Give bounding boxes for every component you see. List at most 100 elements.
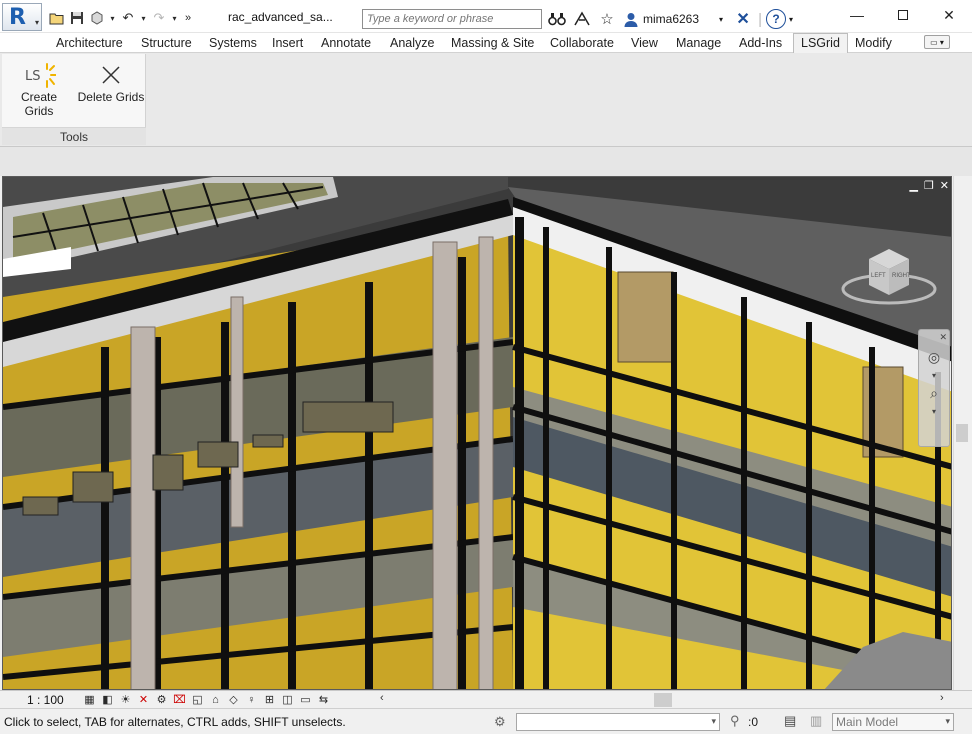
viewcube-right-label: RIGHT [892,273,911,279]
minimize-view-icon[interactable]: ▁ [909,179,917,192]
navigation-bar: ✕ ◎ ▾ ⌕ ▾ [918,329,950,447]
tab-insert[interactable]: Insert [272,33,303,53]
design-option-value: Main Model [836,715,899,729]
tab-architecture[interactable]: Architecture [56,33,123,53]
close-view-icon[interactable]: ✕ [940,179,949,192]
sync-icon[interactable] [88,9,106,27]
panel-label-tools: Tools [2,127,146,145]
minimize-icon[interactable]: — [834,0,880,30]
viewcube[interactable]: LEFT RIGHT [841,245,937,307]
zoom-icon[interactable]: ⌕ [919,380,949,406]
crop-view-icon[interactable]: ⌧ [172,692,187,707]
tab-structure[interactable]: Structure [141,33,192,53]
horizontal-scrollbar[interactable] [392,693,952,707]
tab-lsgrid[interactable]: LSGrid [793,33,848,53]
shadows-icon[interactable]: ✕ [136,692,151,707]
chevron-down-icon[interactable]: ▾ [919,406,949,416]
workset-selector[interactable]: ▾ [516,713,720,731]
tab-analyze[interactable]: Analyze [390,33,434,53]
steering-wheel-icon[interactable]: ◎ [919,344,949,370]
create-grids-icon-text: LS [25,69,41,84]
detail-level-icon[interactable]: ▦ [82,692,97,707]
editable-only-icon[interactable]: ▤ [784,713,796,729]
search-input[interactable] [362,9,542,29]
user-menu[interactable]: mima6263 ▾ [623,11,723,27]
horizontal-scroll-thumb[interactable] [654,693,672,707]
chevron-down-icon[interactable]: ▾ [789,15,793,24]
application-menu-button[interactable]: R ▾ [2,3,42,31]
chevron-down-icon[interactable]: ▾ [919,370,949,380]
revit-window: R ▾ ▾ ↶ ▾ ↷ ▾ » rac_advanced_sa... Type … [0,0,972,734]
visual-style-icon[interactable]: ◧ [100,692,115,707]
vertical-scroll-thumb[interactable] [956,424,968,442]
redo-icon[interactable]: ↷ [150,9,168,27]
ribbon-tabs: Architecture Structure Systems Insert An… [0,33,972,53]
ribbon-gap [0,146,972,176]
chevron-down-icon[interactable]: ▾ [139,9,148,27]
open-icon[interactable] [48,9,66,27]
title-bar: R ▾ ▾ ↶ ▾ ↷ ▾ » rac_advanced_sa... Type … [0,0,972,33]
workset-icon[interactable]: ⚙ [494,714,506,730]
view-window-controls: ▁ ❐ ✕ [909,179,949,192]
ribbon: LS Create Grids Delete Grids Tools [0,53,972,146]
analytical-model-icon[interactable]: ▭ [298,692,313,707]
communication-center-icon[interactable] [571,8,593,30]
create-grids-label: Create Grids [20,90,58,118]
view-scale[interactable]: 1 : 100 [27,693,64,707]
ribbon-display-options[interactable]: ▭ ▾ [924,35,950,49]
scroll-left-icon[interactable]: ‹ [380,692,384,704]
restore-view-icon[interactable]: ❐ [924,179,934,192]
constraints-icon[interactable]: ⇆ [316,692,331,707]
status-bar: Click to select, TAB for alternates, CTR… [0,708,972,734]
lock-3d-view-icon[interactable]: ⌂ [208,692,223,707]
tab-massing-site[interactable]: Massing & Site [451,33,534,53]
autodesk-exchange-icon[interactable]: ✕ [732,8,754,30]
ribbon-minimize-icon: ▭ ▾ [930,37,944,47]
tab-modify[interactable]: Modify [855,33,892,53]
reveal-hidden-icon[interactable]: ♀ [244,692,259,707]
delete-grids-button[interactable]: Delete Grids [76,60,146,110]
temporary-view-properties-icon[interactable]: ◫ [280,692,295,707]
chevron-down-icon: ▾ [945,716,950,726]
create-grids-icon: LS [6,60,72,90]
separator: | [758,10,762,28]
close-icon[interactable]: ✕ [926,0,972,30]
temporary-hide-icon[interactable]: ◇ [226,692,241,707]
tab-view[interactable]: View [631,33,658,53]
vertical-scrollbar[interactable] [953,176,970,690]
tab-systems[interactable]: Systems [209,33,257,53]
help-icon[interactable]: ? [766,9,787,29]
undo-icon[interactable]: ↶ [119,9,137,27]
qat-overflow-icon[interactable]: » [181,9,195,27]
filter-icon[interactable]: ⚲ [730,713,740,729]
user-icon [623,11,639,27]
window-controls: — ✕ [834,0,972,30]
rendering-dialog-icon[interactable]: ⚙ [154,692,169,707]
design-options-icon[interactable]: ▥ [810,713,822,729]
tab-collaborate[interactable]: Collaborate [550,33,614,53]
tools-panel: LS Create Grids Delete Grids Tools [2,54,146,145]
username-label: mima6263 [643,12,700,26]
chevron-down-icon: ▾ [34,18,39,27]
star-icon[interactable]: ☆ [596,8,618,30]
infocenter-toolbar: ☆ mima6263 ▾ ✕ | ? ▾ [546,8,793,30]
chevron-down-icon[interactable]: ▾ [170,9,179,27]
viewcube-left-label: LEFT [871,273,886,279]
revit-logo: R [9,5,26,30]
design-option-selector[interactable]: Main Model ▾ [832,713,954,731]
chevron-down-icon[interactable]: ▾ [108,9,117,27]
tab-add-ins[interactable]: Add-Ins [739,33,782,53]
binoculars-icon[interactable] [546,8,568,30]
create-grids-button[interactable]: LS Create Grids [6,60,72,118]
tab-annotate[interactable]: Annotate [321,33,371,53]
3d-view-canvas[interactable]: ▁ ❐ ✕ LEFT RIGHT ✕ ◎ ▾ ⌕ ▾ [2,176,952,690]
save-icon[interactable] [68,9,86,27]
maximize-icon[interactable] [880,0,926,30]
worksharing-display-icon[interactable]: ⊞ [262,692,277,707]
sun-path-icon[interactable]: ☀ [118,692,133,707]
show-crop-region-icon[interactable]: ◱ [190,692,205,707]
tab-manage[interactable]: Manage [676,33,721,53]
scroll-right-icon[interactable]: › [940,692,944,704]
chevron-down-icon: ▾ [711,716,716,726]
close-navbar-icon[interactable]: ✕ [919,330,949,344]
